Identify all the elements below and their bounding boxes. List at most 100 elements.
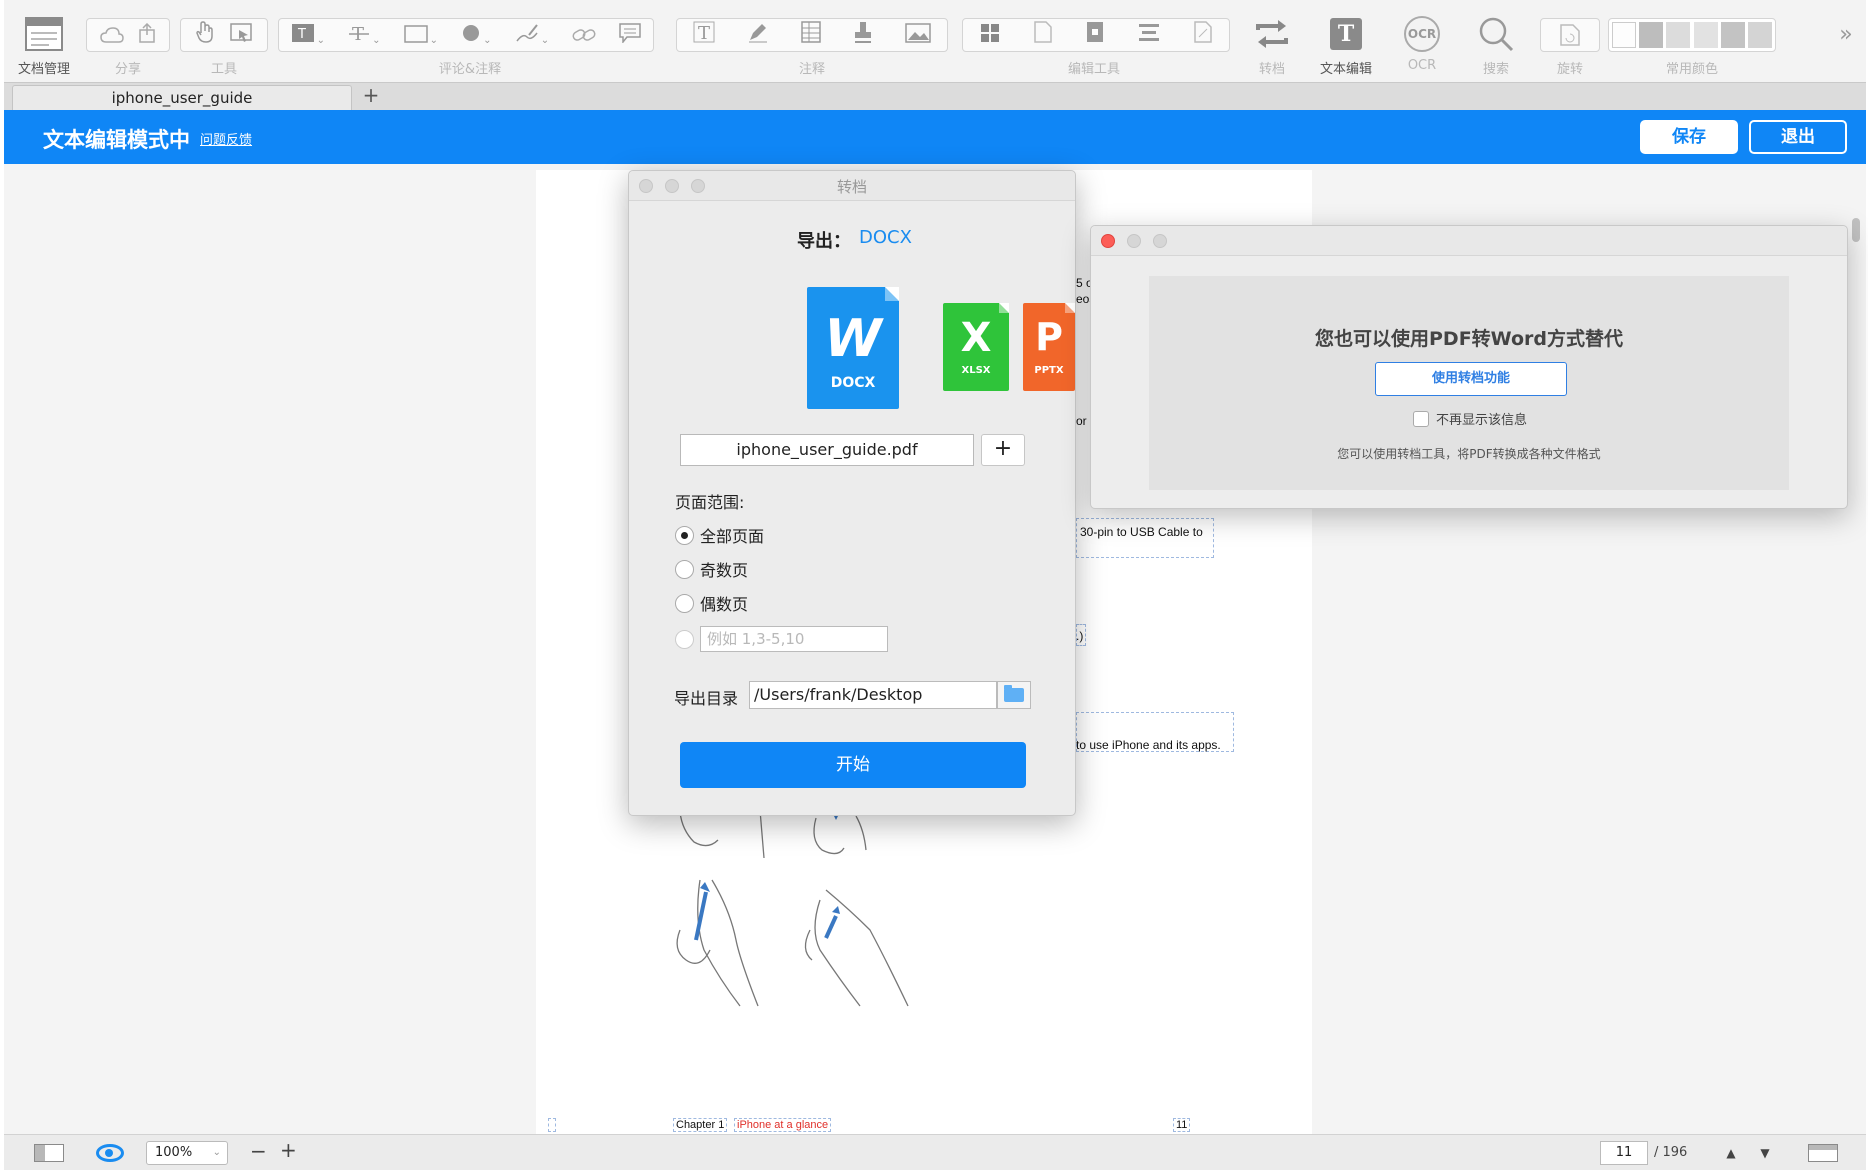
- pen-icon[interactable]: ⌄: [515, 21, 549, 49]
- popup-titlebar[interactable]: [1091, 226, 1847, 256]
- color-swatches: [1608, 18, 1776, 52]
- footer-section[interactable]: iPhone at a glance: [734, 1118, 832, 1132]
- tools-group: [180, 18, 268, 52]
- export-format: DOCX: [859, 227, 912, 248]
- docx-name: DOCX: [830, 375, 876, 391]
- dont-show-label: 不再显示该信息: [1436, 413, 1528, 428]
- footer-chapter[interactable]: Chapter 1: [673, 1118, 728, 1132]
- image-icon[interactable]: [905, 21, 931, 49]
- save-button[interactable]: 保存: [1640, 120, 1738, 154]
- hand-tool-icon[interactable]: [196, 21, 214, 49]
- colors-label: 常用颜色: [1665, 62, 1719, 77]
- browse-folder-button[interactable]: [997, 681, 1031, 709]
- color-swatch-3[interactable]: [1666, 22, 1691, 48]
- sidebar-toggle-icon[interactable]: [34, 1144, 64, 1162]
- strikethrough-icon[interactable]: T ⌄: [348, 21, 380, 49]
- eye-icon[interactable]: [96, 1144, 124, 1162]
- current-page-input[interactable]: 11: [1600, 1141, 1648, 1165]
- share-icon[interactable]: [138, 21, 156, 49]
- rectangle-icon[interactable]: ⌄: [403, 21, 438, 49]
- range-option-even[interactable]: 偶数页: [675, 591, 748, 615]
- radio-button[interactable]: [675, 559, 694, 579]
- color-swatch-1[interactable]: [1612, 22, 1636, 48]
- color-swatch-4[interactable]: [1693, 22, 1718, 48]
- feedback-link[interactable]: 问题反馈: [200, 129, 252, 148]
- previous-page-button[interactable]: ▲: [1718, 1141, 1744, 1165]
- dont-show-checkbox[interactable]: [1413, 410, 1429, 427]
- radio-button[interactable]: [675, 525, 694, 545]
- align-icon[interactable]: [1138, 21, 1160, 49]
- exit-button[interactable]: 退出: [1749, 120, 1847, 154]
- zoom-light-icon[interactable]: [1153, 234, 1167, 248]
- add-file-button[interactable]: +: [981, 434, 1025, 466]
- radio-button[interactable]: [675, 629, 694, 649]
- radio-label: 全部页面: [700, 527, 765, 546]
- use-convert-button[interactable]: 使用转档功能: [1375, 362, 1567, 396]
- annotate-group: T: [676, 18, 948, 52]
- range-option-all[interactable]: 全部页面: [675, 523, 764, 547]
- chevron-double-right-icon[interactable]: »: [1834, 14, 1858, 54]
- tip-popup: 您也可以使用PDF转Word方式替代 使用转档功能 不再显示该信息 您可以使用转…: [1090, 225, 1848, 509]
- page-fold: [999, 303, 1009, 313]
- rotate-icon[interactable]: [1540, 18, 1600, 52]
- zoom-out-button[interactable]: −: [250, 1139, 267, 1163]
- ocr-icon[interactable]: OCR: [1402, 14, 1442, 54]
- svg-text:T: T: [698, 23, 710, 43]
- select-tool-icon[interactable]: [230, 21, 252, 49]
- footer-page-number[interactable]: 11: [1173, 1118, 1191, 1132]
- vertical-scrollbar[interactable]: [1852, 218, 1860, 242]
- range-option-odd[interactable]: 奇数页: [675, 557, 748, 581]
- pptx-format-icon[interactable]: P PPTX: [1023, 303, 1075, 391]
- pdf-text-fragment[interactable]: 30-pin to USB Cable to: [1080, 525, 1203, 539]
- ocr-glyph: OCR: [1404, 16, 1440, 52]
- edit-mode-title: 文本编辑模式中: [43, 128, 190, 152]
- total-pages: / 196: [1654, 1145, 1688, 1160]
- minimize-light-icon[interactable]: [1127, 234, 1141, 248]
- grid-icon[interactable]: [980, 21, 1000, 49]
- page-insert-icon[interactable]: [1034, 21, 1052, 49]
- popup-content: 您也可以使用PDF转Word方式替代 使用转档功能 不再显示该信息 您可以使用转…: [1149, 276, 1789, 490]
- document-manager-icon[interactable]: [24, 14, 64, 54]
- color-swatch-2[interactable]: [1639, 22, 1664, 48]
- source-file-field[interactable]: iphone_user_guide.pdf: [680, 434, 974, 466]
- share-label: 分享: [114, 62, 142, 77]
- start-button[interactable]: 开始: [680, 742, 1026, 788]
- convert-arrows-icon[interactable]: [1252, 14, 1292, 54]
- text-edit-icon[interactable]: T: [1326, 14, 1366, 54]
- dialog-titlebar[interactable]: 转档: [629, 171, 1075, 201]
- output-dir-field[interactable]: /Users/frank/Desktop: [749, 681, 997, 709]
- next-page-button[interactable]: ▼: [1752, 1141, 1778, 1165]
- stamp-icon[interactable]: [853, 21, 873, 49]
- radio-button[interactable]: [675, 593, 694, 613]
- pdf-text-fragment[interactable]: to use iPhone and its apps.: [1076, 738, 1221, 752]
- zoom-select[interactable]: 100% ⌄: [146, 1141, 228, 1165]
- dont-show-again[interactable]: 不再显示该信息: [1413, 409, 1527, 428]
- comment-label: 评论&注释: [438, 62, 502, 77]
- table-icon[interactable]: [801, 21, 821, 49]
- xlsx-format-icon[interactable]: X XLSX: [943, 303, 1009, 391]
- text-box-icon[interactable]: T ⌄: [291, 21, 325, 49]
- close-icon[interactable]: [1101, 234, 1115, 248]
- highlight-pen-icon[interactable]: [747, 21, 769, 49]
- add-tab-button[interactable]: +: [360, 85, 382, 107]
- cloud-icon[interactable]: [100, 21, 124, 49]
- tab-document[interactable]: iphone_user_guide: [12, 85, 352, 111]
- circle-icon[interactable]: ⌄: [461, 21, 492, 49]
- page-layout-icon[interactable]: [1808, 1144, 1838, 1162]
- docx-format-icon[interactable]: W DOCX: [807, 287, 899, 409]
- pdf-text-fragment[interactable]: .): [1076, 629, 1083, 643]
- range-option-custom[interactable]: 例如 1,3-5,10: [675, 626, 888, 652]
- folder-icon: [1004, 685, 1024, 702]
- link-icon[interactable]: [572, 21, 596, 49]
- zoom-in-button[interactable]: +: [280, 1138, 297, 1162]
- docx-letter: W: [824, 309, 882, 369]
- typewriter-icon[interactable]: T: [693, 21, 715, 49]
- custom-range-input[interactable]: 例如 1,3-5,10: [700, 626, 888, 652]
- color-swatch-6[interactable]: [1747, 22, 1772, 48]
- color-swatch-5[interactable]: [1720, 22, 1745, 48]
- search-icon[interactable]: [1476, 14, 1516, 54]
- page-extract-icon[interactable]: [1086, 21, 1104, 49]
- status-bar: 100% ⌄ − + 11 / 196 ▲ ▼: [4, 1134, 1866, 1170]
- note-icon[interactable]: [619, 21, 642, 49]
- page-delete-icon[interactable]: [1194, 21, 1212, 49]
